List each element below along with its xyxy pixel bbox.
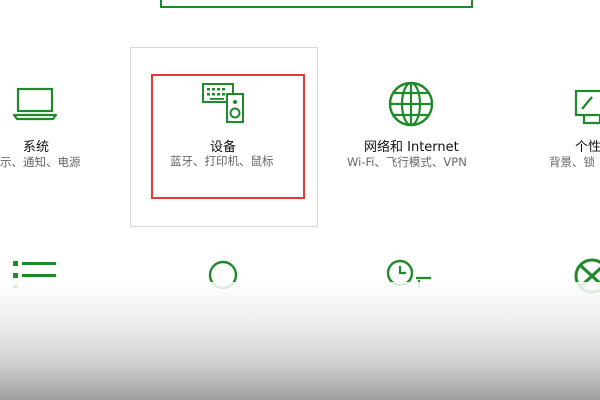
tile-system[interactable]: 系统 示、通知、电源 — [0, 75, 110, 175]
xbox-icon — [574, 258, 600, 294]
highlight-box — [151, 74, 305, 199]
personalization-icon — [574, 89, 600, 125]
tile-personalization[interactable]: 个性 背景、锁 — [545, 75, 600, 175]
laptop-icon — [12, 87, 58, 121]
tile-network-subtitle: Wi-Fi、飞行模式、VPN — [347, 155, 467, 169]
settings-home: 系统 示、通知、电源 设备 蓝牙、打印机、鼠标 网络和 Internet Wi-… — [0, 0, 600, 400]
globe-icon — [388, 81, 434, 127]
list-icon — [13, 261, 56, 288]
search-box[interactable] — [160, 0, 473, 8]
person-icon — [208, 260, 238, 290]
tile-network-title: 网络和 Internet — [364, 140, 459, 155]
tile-personalization-title: 个性 — [575, 140, 600, 155]
tile-personalization-subtitle: 背景、锁 — [549, 155, 595, 169]
bottom-fade-overlay — [0, 282, 600, 400]
tile-system-title: 系统 — [23, 140, 50, 155]
tile-network[interactable]: 网络和 Internet Wi-Fi、飞行模式、VPN — [340, 75, 490, 175]
tile-system-subtitle: 示、通知、电源 — [0, 155, 81, 169]
time-language-icon — [386, 259, 431, 288]
